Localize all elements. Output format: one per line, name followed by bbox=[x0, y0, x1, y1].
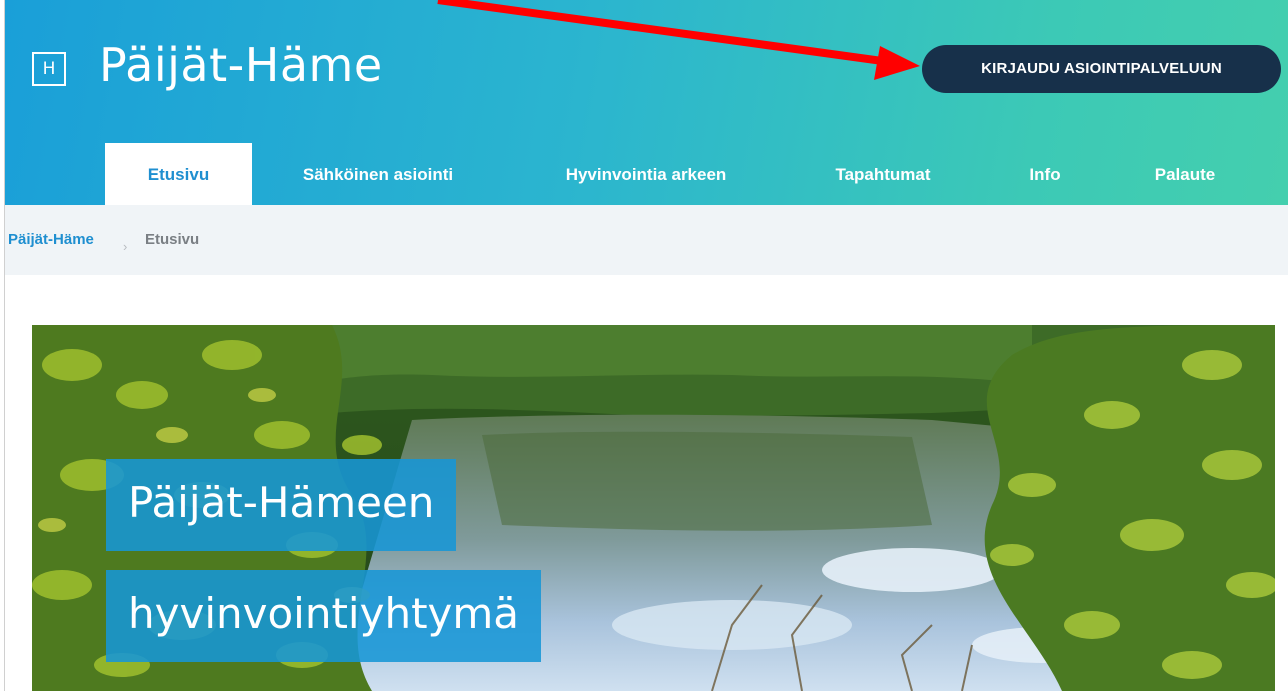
breadcrumb: Päijät-Häme › Etusivu bbox=[5, 205, 1288, 275]
site-title[interactable]: Päijät-Häme bbox=[99, 38, 383, 92]
login-button[interactable]: KIRJAUDU ASIOINTIPALVELUUN bbox=[922, 45, 1281, 93]
nav-item-tapahtumat[interactable]: Tapahtumat bbox=[813, 143, 953, 205]
site-header: H Päijät-Häme KIRJAUDU ASIOINTIPALVELUUN… bbox=[5, 0, 1288, 205]
hero-title-line2: hyvinvointiyhtymä bbox=[106, 570, 542, 662]
window-frame-left bbox=[0, 0, 5, 691]
nav-item-etusivu[interactable]: Etusivu bbox=[105, 143, 252, 205]
site-logo-icon[interactable]: H bbox=[32, 52, 66, 86]
main-nav: Etusivu Sähköinen asiointi Hyvinvointia … bbox=[5, 143, 1288, 205]
nav-item-hyvinvointia-arkeen[interactable]: Hyvinvointia arkeen bbox=[540, 143, 752, 205]
hero-banner: Päijät-Hämeen hyvinvointiyhtymä bbox=[32, 325, 1275, 691]
breadcrumb-root-link[interactable]: Päijät-Häme bbox=[8, 231, 94, 248]
nav-item-palaute[interactable]: Palaute bbox=[1135, 143, 1235, 205]
breadcrumb-current: Etusivu bbox=[145, 231, 200, 248]
breadcrumb-separator-icon: › bbox=[123, 239, 128, 254]
nav-item-sahkoinen-asiointi[interactable]: Sähköinen asiointi bbox=[275, 143, 481, 205]
hero-title-line1: Päijät-Hämeen bbox=[106, 459, 457, 551]
nav-item-info[interactable]: Info bbox=[1015, 143, 1075, 205]
